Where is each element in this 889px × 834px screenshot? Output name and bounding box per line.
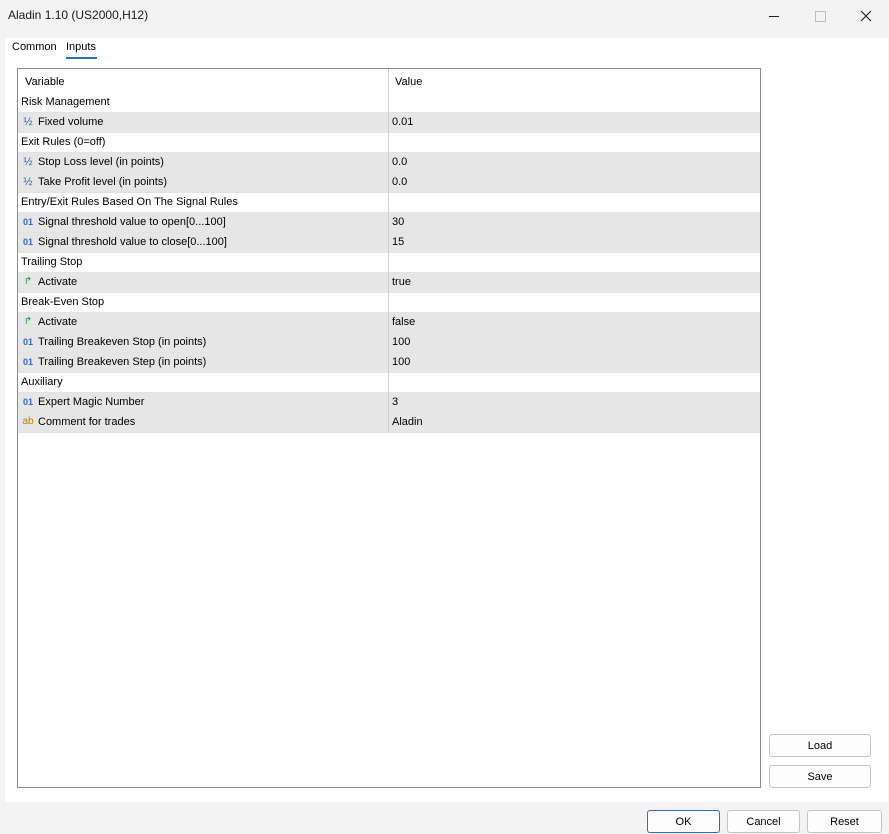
- group-row[interactable]: Exit Rules (0=off): [18, 133, 760, 153]
- variable-label: Entry/Exit Rules Based On The Signal Rul…: [21, 196, 238, 208]
- integer-type-icon: 01: [22, 217, 33, 227]
- variable-cell: ½ Stop Loss level (in points): [21, 156, 164, 168]
- variable-label: Trailing Breakeven Step (in points): [38, 356, 207, 368]
- parameter-row[interactable]: 01 Signal threshold value to open[0...100…: [18, 213, 760, 233]
- maximize-icon: [814, 10, 826, 22]
- variable-label: Activate: [38, 316, 78, 328]
- cancel-button[interactable]: Cancel: [727, 810, 800, 833]
- variable-label: Risk Management: [21, 96, 110, 108]
- variable-cell: Break-Even Stop: [21, 296, 104, 308]
- close-icon: [860, 10, 872, 22]
- variable-cell: 01 Signal threshold value to open[0...100…: [21, 216, 226, 228]
- parameter-row[interactable]: ½ Take Profit level (in points) 0.0: [18, 173, 760, 193]
- value-column-separator: [388, 69, 389, 433]
- group-row[interactable]: Break-Even Stop: [18, 293, 760, 313]
- parameter-row[interactable]: 01 Trailing Breakeven Stop (in points) 100: [18, 333, 760, 353]
- variable-label: Signal threshold value to close[0...100]: [38, 236, 227, 248]
- value-cell[interactable]: false: [392, 316, 415, 328]
- group-row[interactable]: Entry/Exit Rules Based On The Signal Rul…: [18, 193, 760, 213]
- value-cell[interactable]: 0.01: [392, 116, 413, 128]
- variable-label: Activate: [38, 276, 78, 288]
- variable-label: Stop Loss level (in points): [38, 156, 164, 168]
- variable-cell: ↱ Activate: [21, 276, 77, 288]
- value-cell[interactable]: 100: [392, 356, 410, 368]
- reset-button[interactable]: Reset: [807, 810, 882, 833]
- variable-label: Expert Magic Number: [38, 396, 145, 408]
- double-type-icon: ½: [23, 156, 33, 168]
- double-type-icon: ½: [23, 116, 33, 128]
- save-button[interactable]: Save: [769, 765, 871, 788]
- variable-label: Break-Even Stop: [21, 296, 105, 308]
- integer-type-icon: 01: [22, 237, 33, 247]
- variable-cell: 01 Trailing Breakeven Step (in points): [21, 356, 206, 368]
- maximize-button[interactable]: [797, 0, 843, 32]
- title-bar: Aladin 1.10 (US2000,H12): [0, 0, 889, 32]
- minimize-button[interactable]: [751, 0, 797, 32]
- value-cell[interactable]: 30: [392, 216, 404, 228]
- variable-cell: 01 Expert Magic Number: [21, 396, 144, 408]
- variable-cell: ab Comment for trades: [21, 416, 135, 428]
- group-row[interactable]: Risk Management: [18, 93, 760, 113]
- tab-inputs[interactable]: Inputs: [66, 41, 96, 53]
- variable-label: Fixed volume: [38, 116, 104, 128]
- parameter-row[interactable]: ↱ Activate true: [18, 273, 760, 293]
- double-type-icon: ½: [23, 176, 33, 188]
- variable-cell: Trailing Stop: [21, 256, 82, 268]
- value-cell[interactable]: 15: [392, 236, 404, 248]
- parameter-row[interactable]: 01 Trailing Breakeven Step (in points) 100: [18, 353, 760, 373]
- value-cell[interactable]: 3: [392, 396, 398, 408]
- grid-header: Variable Value: [18, 69, 760, 93]
- variable-label: Trailing Stop: [21, 256, 83, 268]
- load-button[interactable]: Load: [769, 734, 871, 757]
- variable-cell: Entry/Exit Rules Based On The Signal Rul…: [21, 196, 238, 208]
- variable-cell: Risk Management: [21, 96, 110, 108]
- variable-cell: 01 Trailing Breakeven Stop (in points): [21, 336, 206, 348]
- integer-type-icon: 01: [22, 337, 33, 347]
- parameter-row[interactable]: 01 Expert Magic Number 3: [18, 393, 760, 413]
- variable-cell: Auxiliary: [21, 376, 63, 388]
- inputs-grid[interactable]: Variable Value Risk Management ½ Fixed vol…: [17, 68, 761, 788]
- tab-inputs-indicator: [66, 57, 97, 59]
- parameter-row[interactable]: ½ Stop Loss level (in points) 0.0: [18, 153, 760, 173]
- header-value[interactable]: Value: [395, 76, 422, 88]
- parameter-row[interactable]: ab Comment for trades Aladin: [18, 413, 760, 433]
- value-cell[interactable]: 100: [392, 336, 410, 348]
- value-cell[interactable]: 0.0: [392, 176, 407, 188]
- dialog-panel: Common Inputs Variable Value Risk Manage…: [5, 38, 888, 802]
- close-button[interactable]: [843, 0, 889, 32]
- parameter-row[interactable]: ↱ Activate false: [18, 313, 760, 333]
- variable-label: Trailing Breakeven Stop (in points): [38, 336, 207, 348]
- variable-cell: ½ Fixed volume: [21, 116, 103, 128]
- parameter-row[interactable]: ½ Fixed volume 0.01: [18, 113, 760, 133]
- variable-label: Signal threshold value to open[0...100]: [38, 216, 226, 228]
- integer-type-icon: 01: [22, 357, 33, 367]
- variable-cell: Exit Rules (0=off): [21, 136, 105, 148]
- window-title: Aladin 1.10 (US2000,H12): [8, 8, 149, 22]
- ok-button[interactable]: OK: [647, 810, 720, 833]
- header-variable[interactable]: Variable: [25, 76, 65, 88]
- variable-label: Take Profit level (in points): [38, 176, 167, 188]
- variable-label: Exit Rules (0=off): [21, 136, 106, 148]
- tab-common[interactable]: Common: [12, 41, 57, 53]
- value-cell[interactable]: true: [392, 276, 411, 288]
- group-row[interactable]: Trailing Stop: [18, 253, 760, 273]
- variable-label: Auxiliary: [21, 376, 63, 388]
- parameter-row[interactable]: 01 Signal threshold value to close[0...10…: [18, 233, 760, 253]
- boolean-type-icon: ↱: [23, 276, 33, 287]
- integer-type-icon: 01: [22, 397, 33, 407]
- minimize-icon: [769, 15, 779, 17]
- value-cell[interactable]: 0.0: [392, 156, 407, 168]
- value-cell[interactable]: Aladin: [392, 416, 423, 428]
- variable-cell: ↱ Activate: [21, 316, 77, 328]
- string-type-icon: ab: [22, 416, 34, 427]
- boolean-type-icon: ↱: [23, 316, 33, 327]
- variable-cell: ½ Take Profit level (in points): [21, 176, 167, 188]
- group-row[interactable]: Auxiliary: [18, 373, 760, 393]
- variable-cell: 01 Signal threshold value to close[0...10…: [21, 236, 227, 248]
- variable-label: Comment for trades: [38, 416, 136, 428]
